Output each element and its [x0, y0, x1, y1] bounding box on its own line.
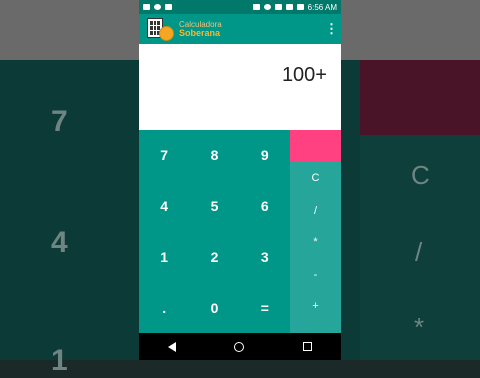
- recent-apps-icon[interactable]: [302, 342, 312, 351]
- background-left-panel: [0, 60, 139, 360]
- key-decimal[interactable]: .: [139, 282, 189, 333]
- key-7[interactable]: 7: [139, 130, 189, 181]
- key-2[interactable]: 2: [189, 232, 239, 283]
- battery-icon: [296, 4, 304, 10]
- key-5[interactable]: 5: [189, 181, 239, 232]
- plus-button[interactable]: +: [290, 300, 341, 312]
- background-right-pink-block: [360, 60, 480, 135]
- display-expression: 100+: [281, 64, 327, 86]
- status-bar: 6:56 AM: [139, 0, 341, 14]
- calculator-display: 100+: [139, 44, 341, 130]
- background-symbol: /: [415, 237, 423, 267]
- alarm-icon: [263, 4, 271, 10]
- background-digit: 1: [51, 344, 68, 377]
- background-symbol: C: [411, 160, 430, 190]
- key-1[interactable]: 1: [139, 232, 189, 283]
- sync-icon: [154, 4, 161, 10]
- app-bar: Calculadora Soberana ⋮: [139, 14, 341, 44]
- key-3[interactable]: 3: [240, 232, 290, 283]
- number-keypad: 7 8 9 4 5 6 1 2 3 . 0 =: [139, 130, 290, 333]
- more-vert-icon[interactable]: ⋮: [325, 21, 338, 37]
- key-4[interactable]: 4: [139, 181, 189, 232]
- key-equals[interactable]: =: [240, 282, 290, 333]
- operator-accent-strip: [290, 130, 341, 162]
- key-0[interactable]: 0: [189, 282, 239, 333]
- key-6[interactable]: 6: [240, 181, 290, 232]
- navigation-bar: [139, 333, 341, 360]
- background-digit: 4: [51, 226, 68, 259]
- multiply-button[interactable]: *: [290, 236, 341, 248]
- phone-screen: 6:56 AM Calculadora Soberana ⋮ 100+ 7 8 …: [139, 0, 341, 360]
- vibrate-icon: [252, 4, 260, 10]
- key-9[interactable]: 9: [240, 130, 290, 181]
- signal-icon: [285, 4, 293, 10]
- background-digit: 7: [51, 105, 68, 138]
- status-time: 6:56 AM: [307, 2, 337, 12]
- clear-button[interactable]: C: [290, 172, 341, 184]
- back-icon[interactable]: [168, 341, 177, 352]
- wifi-icon: [274, 4, 282, 10]
- divide-button[interactable]: /: [290, 205, 341, 217]
- app-title-line2: Soberana: [179, 28, 221, 38]
- key-8[interactable]: 8: [189, 130, 239, 181]
- operator-panel: C / * - +: [290, 130, 341, 333]
- minus-button[interactable]: -: [290, 269, 341, 281]
- home-icon[interactable]: [234, 341, 245, 352]
- app-logo-icon: [145, 16, 175, 42]
- video-camera-icon: [143, 4, 150, 10]
- app-title: Calculadora Soberana: [179, 20, 222, 38]
- android-icon: [165, 4, 172, 10]
- background-symbol: *: [414, 312, 425, 342]
